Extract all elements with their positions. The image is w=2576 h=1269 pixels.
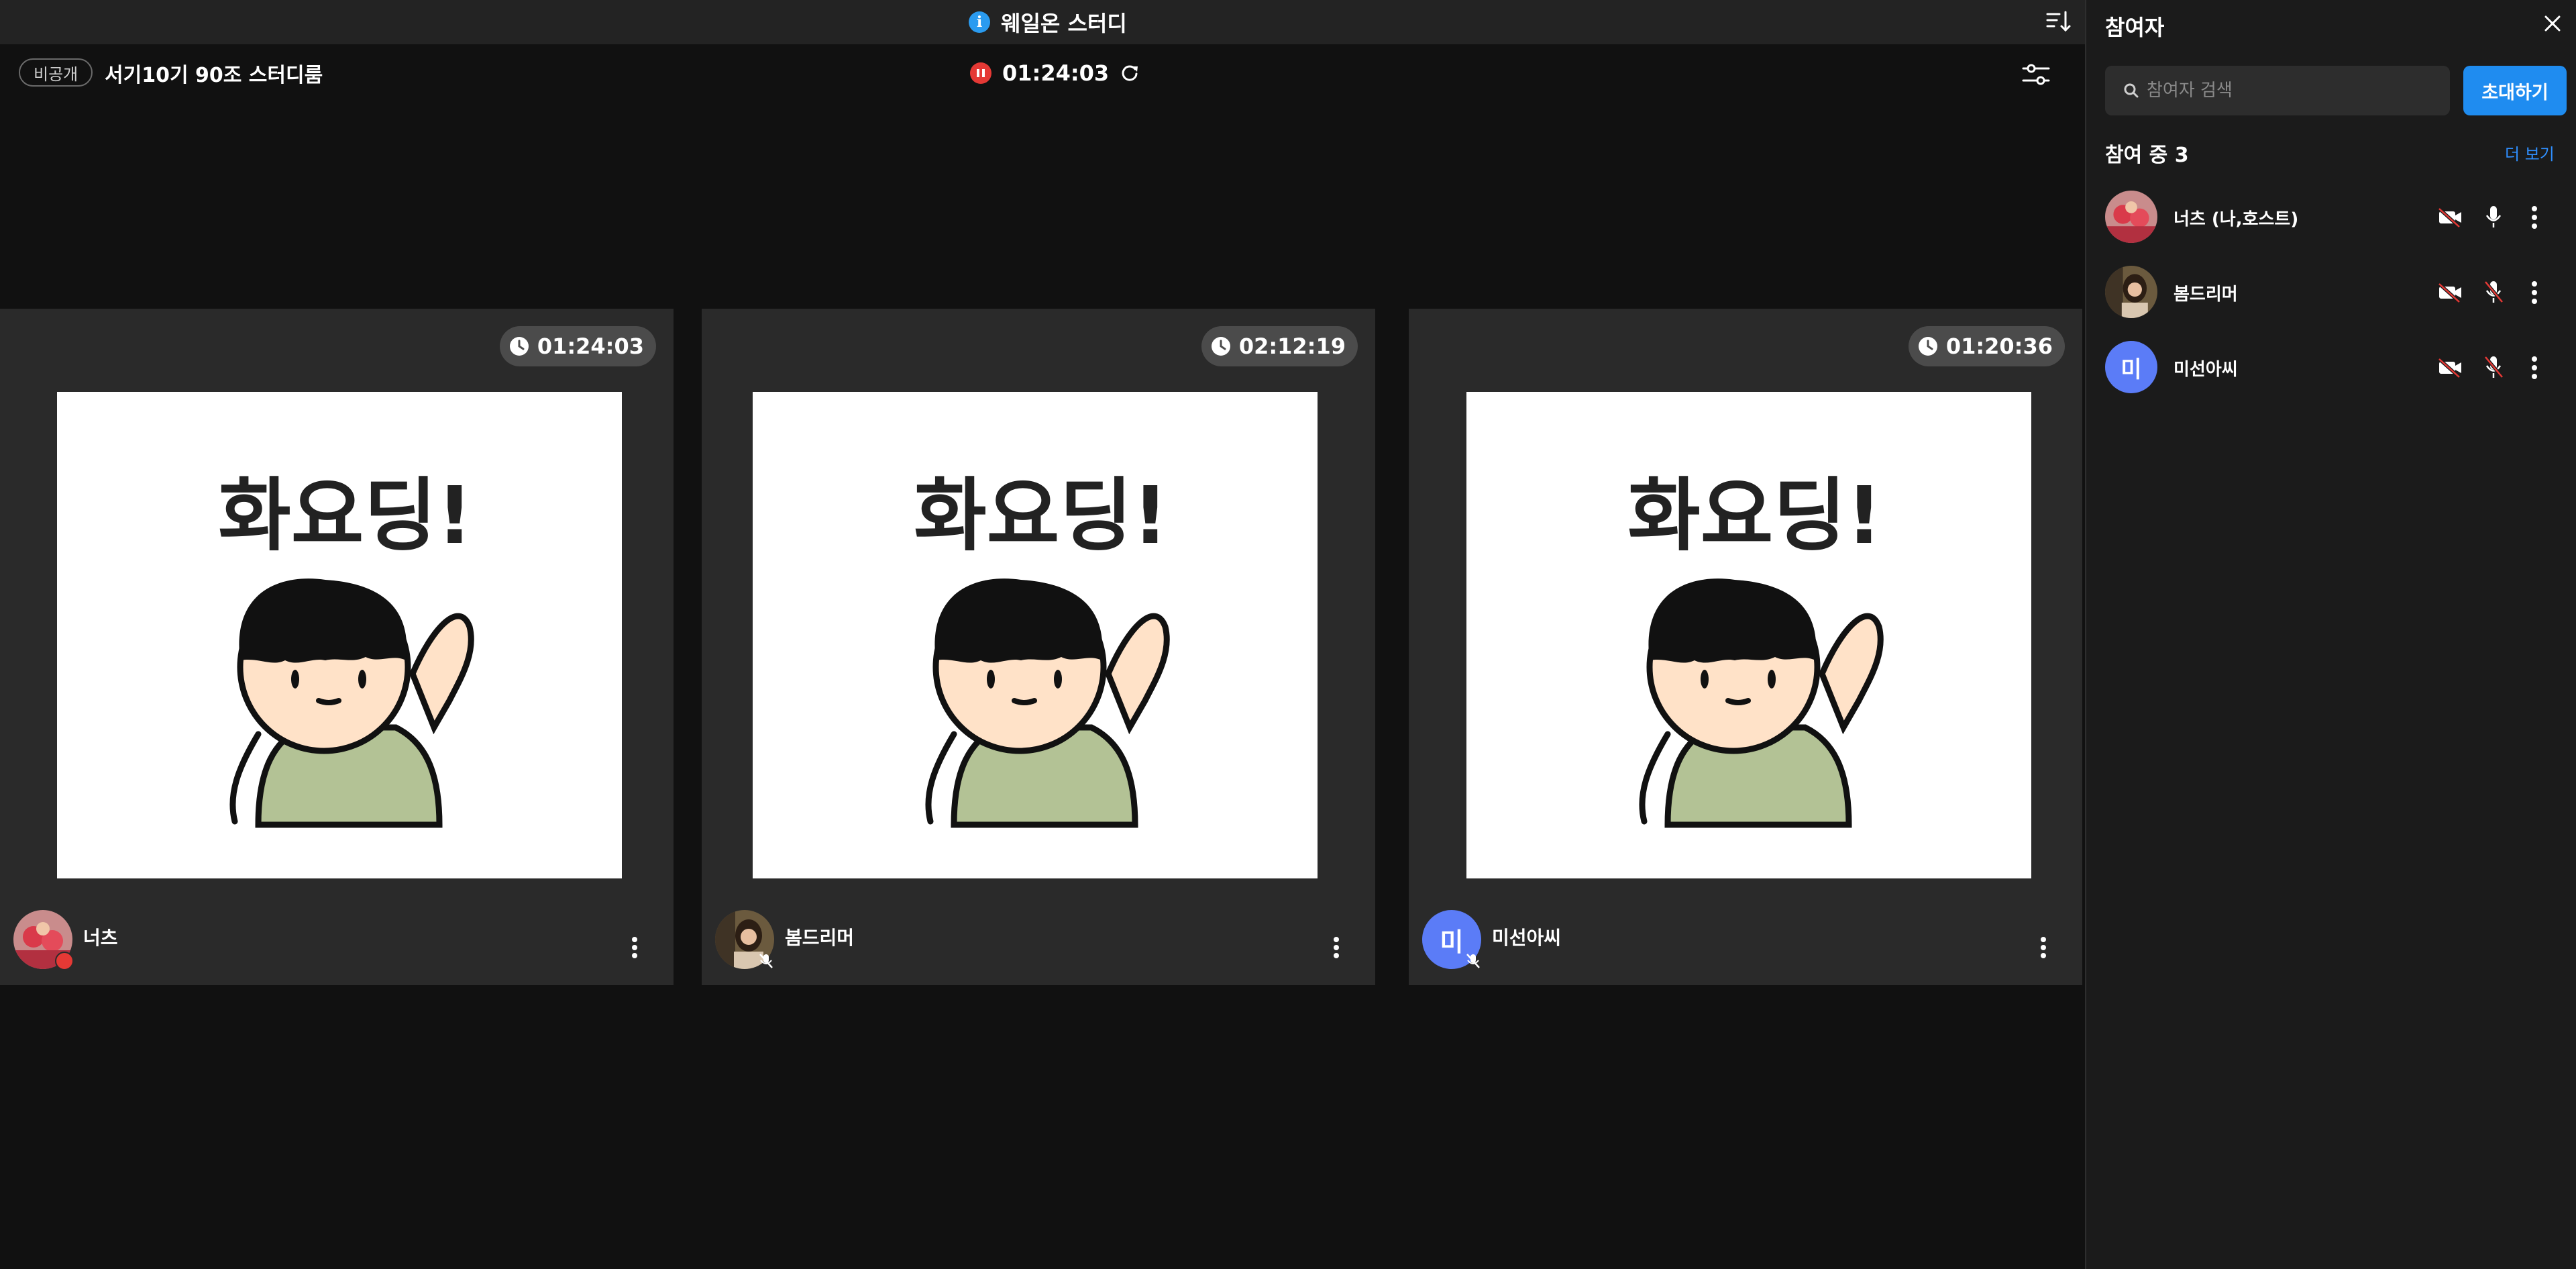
video-tile[interactable]: 01:24:03 화요딩! 너츠 [0, 309, 674, 985]
sticker-character-illustration: 화요딩! [218, 469, 474, 828]
refresh-icon[interactable] [1120, 63, 1140, 83]
sticker-text: 화요딩! [218, 469, 473, 562]
settings-icon[interactable] [2021, 59, 2051, 90]
search-icon [2124, 83, 2139, 98]
timer-text: 01:24:03 [1002, 60, 1110, 86]
study-time: 02:12:19 [1238, 334, 1346, 359]
video-tile[interactable]: 02:12:19 화요딩! 봄드리머 [702, 309, 1375, 985]
sticker-text: 화요딩! [1627, 469, 1882, 562]
info-icon[interactable]: i [969, 11, 990, 33]
tile-footer: 미 미선아씨 [1422, 910, 2069, 969]
room-timer: 01:24:03 [970, 58, 1140, 89]
pause-icon[interactable] [970, 62, 991, 84]
clock-icon [1211, 337, 1230, 356]
close-icon[interactable] [2542, 13, 2563, 34]
video-tile[interactable]: 01:20:36 화요딩! 미 미선아씨 [1409, 309, 2082, 985]
participant-row[interactable]: 너츠 (나,호스트) [2100, 188, 2569, 246]
participant-count: 참여 중 3 [2105, 144, 2189, 167]
more-options-icon[interactable] [2038, 934, 2049, 961]
panel-title: 참여자 [2105, 15, 2165, 40]
participant-name: 너츠 [83, 927, 118, 949]
app-title-text: 웨일온 스터디 [1001, 11, 1127, 36]
study-time: 01:20:36 [1945, 334, 2053, 359]
search-input[interactable] [2147, 66, 2442, 115]
avatar [2105, 266, 2157, 318]
sticker-text: 화요딩! [914, 469, 1169, 562]
app-title-bar: i 웨일온 스터디 [0, 0, 2085, 44]
mic-icon[interactable] [2482, 204, 2505, 230]
avatar-photo [2105, 266, 2157, 318]
more-options-icon[interactable] [2529, 278, 2540, 307]
private-badge: 비공개 [19, 58, 93, 87]
clock-icon [509, 337, 529, 356]
tile-footer: 봄드리머 [715, 910, 1362, 969]
app-title: i 웨일온 스터디 [969, 7, 1127, 38]
speaking-badge [55, 952, 74, 970]
mic-muted-icon[interactable] [2482, 279, 2505, 305]
mic-muted-icon [1466, 954, 1480, 968]
study-time-chip: 02:12:19 [1201, 326, 1358, 366]
participant-name: 봄드리머 [2174, 285, 2238, 305]
clock-icon [1918, 337, 1937, 356]
more-options-icon[interactable] [1331, 934, 1342, 961]
study-room-app: i 웨일온 스터디 비공개 서기10기 90조 스터디룸 01:24:03 01… [0, 0, 2576, 1269]
participant-row[interactable]: 미 미선아씨 [2100, 338, 2569, 396]
more-options-icon[interactable] [2529, 203, 2540, 232]
participant-row[interactable]: 봄드리머 [2100, 263, 2569, 321]
participant-search[interactable] [2105, 66, 2450, 115]
avatar-initial: 미 [2105, 341, 2157, 393]
camera-off-icon[interactable] [2436, 205, 2463, 230]
tile-footer: 너츠 [13, 910, 660, 970]
study-time-chip: 01:24:03 [499, 326, 656, 366]
avatar: 미 [2105, 341, 2157, 393]
study-time-chip: 01:20:36 [1908, 326, 2065, 366]
more-options-icon[interactable] [2529, 353, 2540, 383]
sticker-image: 화요딩! [753, 392, 1318, 878]
avatar-photo [2105, 191, 2157, 243]
participant-name: 너츠 (나,호스트) [2174, 209, 2299, 230]
participant-name: 봄드리머 [785, 927, 855, 949]
mic-muted-icon[interactable] [2482, 354, 2505, 380]
avatar [2105, 191, 2157, 243]
see-more-link[interactable]: 더 보기 [2505, 141, 2555, 164]
sort-icon[interactable] [2045, 8, 2072, 35]
participants-panel: 참여자 초대하기 참여 중 3 더 보기 너츠 (나,호스트) 봄드리머 [2085, 0, 2576, 1269]
sticker-character-illustration: 화요딩! [914, 469, 1170, 828]
sticker-character-illustration: 화요딩! [1627, 469, 1884, 828]
room-name: 서기10기 90조 스터디룸 [105, 64, 323, 87]
invite-button[interactable]: 초대하기 [2463, 66, 2567, 115]
camera-off-icon[interactable] [2436, 281, 2463, 305]
mic-muted-icon [759, 954, 773, 968]
camera-off-icon[interactable] [2436, 356, 2463, 380]
sticker-image: 화요딩! [57, 392, 622, 878]
room-header: 비공개 서기10기 90조 스터디룸 01:24:03 [0, 44, 2085, 105]
participant-name: 미선아씨 [2174, 360, 2238, 380]
study-time: 01:24:03 [537, 334, 644, 359]
participant-name: 미선아씨 [1492, 927, 1562, 949]
sticker-image: 화요딩! [1466, 392, 2031, 878]
more-options-icon[interactable] [629, 934, 640, 961]
